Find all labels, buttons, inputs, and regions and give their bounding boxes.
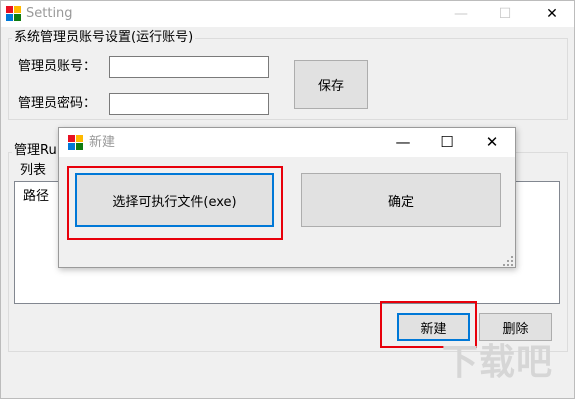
admin-group-legend: 系统管理员账号设置(运行账号) xyxy=(12,30,196,46)
save-button[interactable]: 保存 xyxy=(294,60,368,109)
dialog-title-bar[interactable]: 新建 — ☐ ✕ xyxy=(59,128,515,157)
maximize-button[interactable]: ☐ xyxy=(491,1,519,27)
password-label: 管理员密码： xyxy=(18,96,97,111)
dialog-title: 新建 xyxy=(89,135,116,150)
window-title: Setting xyxy=(26,6,73,21)
run-group-legend: 管理Ru xyxy=(12,143,59,159)
close-button[interactable]: ✕ xyxy=(538,1,566,27)
select-exe-highlight xyxy=(67,166,283,240)
dialog-close-button[interactable]: ✕ xyxy=(478,128,506,157)
password-input[interactable] xyxy=(109,93,269,115)
main-title-bar[interactable]: Setting — ☐ ✕ xyxy=(1,1,574,27)
list-item[interactable]: 路径 xyxy=(23,190,49,203)
watermark-logo: 下载吧 xyxy=(442,342,554,383)
delete-button[interactable]: 删除 xyxy=(479,313,552,341)
app-icon xyxy=(6,6,22,22)
ok-button[interactable]: 确定 xyxy=(301,173,501,227)
resize-grip-icon[interactable] xyxy=(502,255,514,267)
account-label: 管理员账号： xyxy=(18,59,97,74)
account-input[interactable] xyxy=(109,56,269,78)
new-dialog: 新建 — ☐ ✕ 选择可执行文件(exe) 确定 xyxy=(58,127,516,268)
dialog-minimize-button[interactable]: — xyxy=(389,128,417,157)
dialog-maximize-button[interactable]: ☐ xyxy=(433,128,461,157)
dialog-app-icon xyxy=(68,135,84,151)
list-group-legend: 列表 xyxy=(18,163,49,179)
minimize-button[interactable]: — xyxy=(447,1,475,27)
new-button-highlight xyxy=(380,301,477,348)
